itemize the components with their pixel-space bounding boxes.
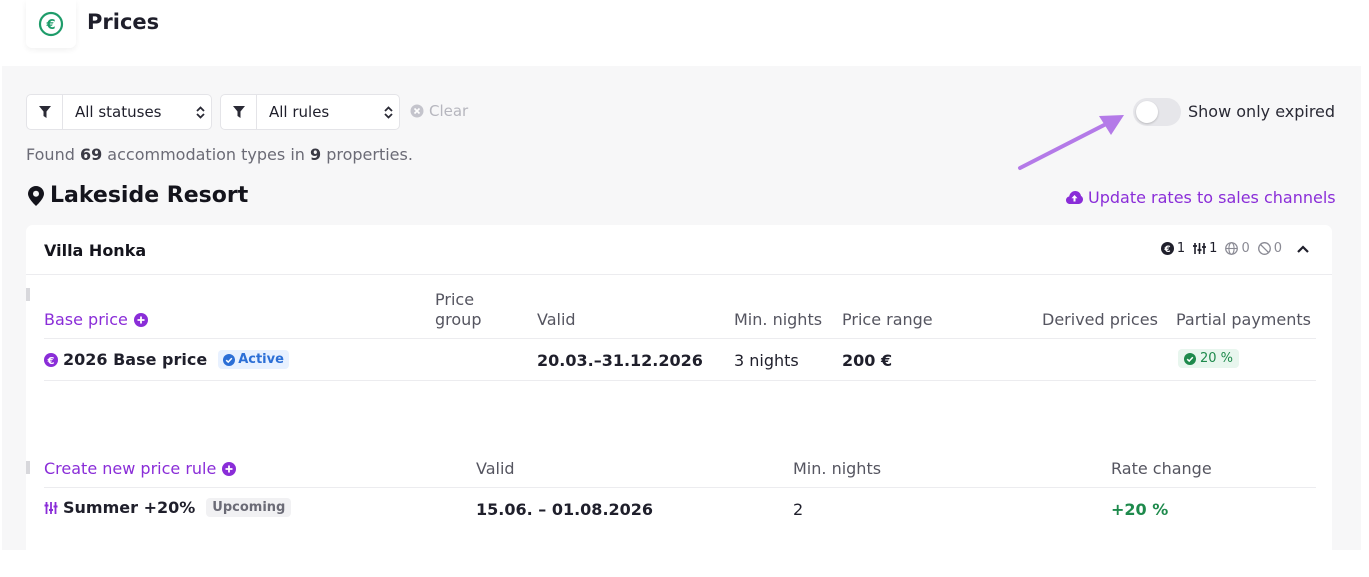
update-rates-label: Update rates to sales channels — [1088, 188, 1336, 207]
funnel-icon — [221, 95, 257, 129]
price-rule-name: Summer +20% — [63, 498, 196, 517]
row-divider — [44, 380, 1316, 381]
update-rates-link[interactable]: Update rates to sales channels — [1066, 188, 1336, 207]
show-expired-toggle[interactable] — [1133, 98, 1181, 126]
sliders-icon — [1193, 243, 1207, 254]
accommodation-card-header[interactable]: Villa Honka € 1 1 0 0 — [26, 225, 1332, 275]
status-filter-select[interactable]: All statuses — [26, 94, 212, 130]
price-group-header-line2: group — [435, 310, 482, 329]
svg-text:€: € — [45, 18, 55, 33]
price-rule-row-link[interactable]: Summer +20% Upcoming — [44, 498, 292, 517]
euro-coin-icon: € — [44, 352, 58, 367]
price-rule-count-value: 1 — [1209, 241, 1218, 256]
channel-count: 0 — [1225, 241, 1250, 256]
summary-suffix: properties. — [321, 145, 413, 164]
base-price-valid: 20.03.–31.12.2026 — [537, 351, 703, 370]
price-rule-count: 1 — [1193, 241, 1217, 256]
row-drag-handle — [26, 461, 30, 474]
show-expired-label: Show only expired — [1188, 102, 1336, 121]
clear-filters-button[interactable]: Clear — [410, 102, 468, 120]
base-price-header: Base price — [44, 310, 128, 329]
create-price-rule-button[interactable]: Create new price rule — [44, 459, 237, 478]
price-rule-valid: 15.06. – 01.08.2026 — [476, 500, 654, 519]
active-status-badge: Active — [218, 350, 289, 369]
blocked-count-value: 0 — [1273, 241, 1282, 256]
chevron-up-icon[interactable] — [1296, 244, 1310, 254]
property-title: Lakeside Resort — [28, 183, 248, 208]
svg-text:€: € — [47, 356, 55, 367]
prices-logo: € — [26, 0, 76, 48]
add-base-price-button[interactable]: Base price — [44, 310, 148, 329]
partial-payment-value: 20 % — [1178, 349, 1240, 369]
cloud-upload-icon — [1066, 191, 1083, 204]
rule-valid-header: Valid — [476, 459, 515, 478]
page-title: Prices — [87, 10, 160, 34]
base-price-name: 2026 Base price — [63, 350, 208, 369]
funnel-icon — [27, 95, 63, 129]
svg-text:€: € — [1163, 245, 1170, 255]
euro-coin-icon: € — [1160, 242, 1174, 255]
row-divider — [44, 338, 1316, 339]
accommodation-name: Villa Honka — [44, 241, 147, 260]
active-status-text: Active — [238, 352, 284, 367]
row-divider — [44, 487, 1316, 488]
rule-min-nights-header: Min. nights — [793, 459, 882, 478]
location-pin-icon — [28, 185, 44, 206]
base-price-range: 200 € — [842, 351, 893, 370]
euro-coin-icon: € — [38, 11, 64, 37]
channel-count-value: 0 — [1241, 241, 1250, 256]
select-caret-icon — [189, 105, 211, 119]
clear-label: Clear — [429, 102, 469, 120]
accommodation-count: 69 — [79, 145, 103, 164]
partial-payments-header: Partial payments — [1176, 310, 1311, 329]
price-rule-min-nights: 2 — [793, 500, 804, 519]
annotation-arrow — [1018, 115, 1124, 170]
plus-circle-icon — [222, 461, 237, 476]
property-name: Lakeside Resort — [50, 183, 249, 208]
valid-header: Valid — [537, 310, 576, 329]
accommodation-card: Villa Honka € 1 1 0 0 Base price Price g… — [26, 225, 1332, 550]
upcoming-status-badge: Upcoming — [206, 498, 292, 517]
create-price-rule-label: Create new price rule — [44, 459, 217, 478]
row-drag-handle — [26, 288, 30, 301]
derived-prices-header: Derived prices — [1042, 310, 1158, 329]
sliders-icon — [44, 501, 58, 514]
check-circle-icon — [1184, 352, 1196, 365]
price-group-header-line1: Price — [435, 290, 475, 309]
partial-payment-badge: 20 % — [1178, 349, 1240, 368]
blocked-count: 0 — [1257, 241, 1282, 256]
price-range-header: Price range — [842, 310, 933, 329]
base-price-count-value: 1 — [1176, 241, 1186, 256]
clear-circle-icon — [410, 104, 424, 118]
summary-prefix: Found — [26, 145, 80, 164]
plus-circle-icon — [133, 312, 148, 327]
partial-payment-text: 20 % — [1200, 351, 1234, 366]
base-price-count: € 1 — [1160, 241, 1186, 256]
property-count: 9 — [309, 145, 322, 164]
base-price-row-link[interactable]: € 2026 Base price Active — [44, 350, 289, 369]
summary-middle: accommodation types in — [102, 145, 310, 164]
check-circle-icon — [223, 353, 236, 366]
ban-icon — [1257, 242, 1271, 255]
main-content: All statuses All rules Clear Show only e… — [2, 66, 1361, 550]
accommodation-counts: € 1 1 0 0 — [1160, 241, 1310, 256]
toggle-knob — [1136, 101, 1158, 123]
rules-filter-select[interactable]: All rules — [220, 94, 400, 130]
price-group-header: Price group — [435, 290, 481, 330]
top-bar: € Prices — [0, 0, 1369, 66]
status-filter-value: All statuses — [75, 103, 162, 121]
base-price-min-nights: 3 nights — [734, 351, 799, 370]
globe-icon — [1225, 242, 1239, 255]
price-rule-rate-change: +20 % — [1111, 500, 1169, 519]
rate-change-header: Rate change — [1111, 459, 1212, 478]
select-caret-icon — [377, 105, 399, 119]
min-nights-header: Min. nights — [734, 310, 823, 329]
results-summary: Found 69 accommodation types in 9 proper… — [26, 145, 413, 164]
rules-filter-value: All rules — [269, 103, 330, 121]
